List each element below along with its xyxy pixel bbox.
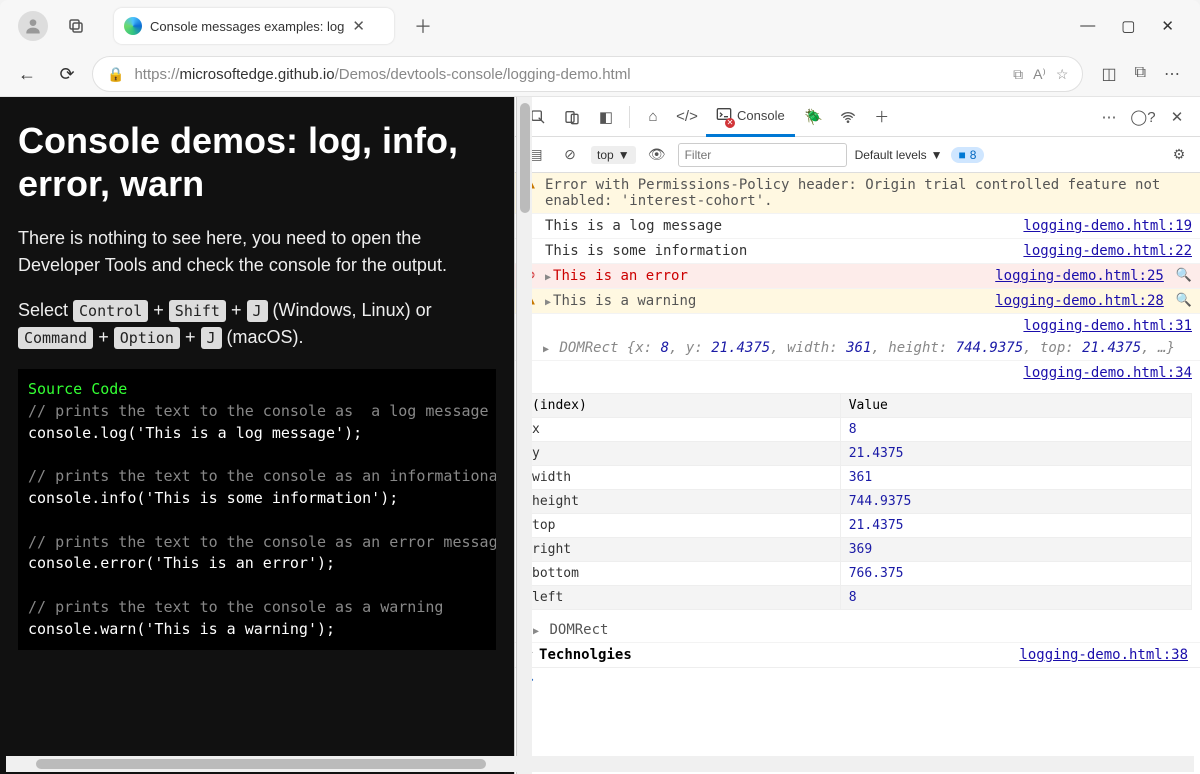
table-row: right369 bbox=[524, 538, 1192, 562]
filter-input[interactable] bbox=[678, 143, 847, 167]
profile-avatar[interactable] bbox=[18, 11, 48, 41]
window-minimize-icon[interactable]: ― bbox=[1080, 17, 1095, 35]
help-icon[interactable]: ◯? bbox=[1128, 102, 1158, 132]
window-close-icon[interactable]: ✕ bbox=[1161, 17, 1174, 35]
console-log: This is a log message logging-demo.html:… bbox=[515, 214, 1200, 239]
kbd-control: Control bbox=[73, 300, 148, 322]
shopping-icon[interactable]: ⧉ bbox=[1013, 66, 1023, 83]
page-heading: Console demos: log, info, error, warn bbox=[18, 119, 496, 205]
page-content: Console demos: log, info, error, warn Th… bbox=[0, 97, 515, 774]
console-group[interactable]: ▶Technolgieslogging-demo.html:38 bbox=[515, 643, 1200, 668]
live-expression-icon[interactable]: 👁 bbox=[644, 142, 670, 168]
edge-favicon bbox=[124, 17, 142, 35]
page-intro: There is nothing to see here, you need t… bbox=[18, 225, 496, 279]
window-titlebar: Console messages examples: log ✕ ＋ ― ▢ ✕ bbox=[0, 0, 1200, 52]
welcome-tab-icon[interactable]: ⌂ bbox=[638, 102, 668, 132]
devtools-panel: ◧ ⌂ </> ✕ Console 🪲 ＋ ⋯ ◯? ✕ ▤ ⊘ top ▼ bbox=[515, 97, 1200, 774]
kbd-shift: Shift bbox=[169, 300, 226, 322]
context-selector[interactable]: top ▼ bbox=[591, 146, 636, 164]
table-row: width361 bbox=[524, 466, 1192, 490]
network-tab-icon[interactable] bbox=[833, 102, 863, 132]
search-icon[interactable]: 🔍 bbox=[1176, 268, 1192, 283]
split-screen-icon[interactable]: ◫ bbox=[1101, 64, 1116, 84]
browser-tab[interactable]: Console messages examples: log ✕ bbox=[114, 8, 394, 44]
clear-console-icon[interactable]: ⊘ bbox=[557, 142, 583, 168]
new-tab-button[interactable]: ＋ bbox=[408, 11, 438, 41]
lock-icon: 🔒 bbox=[107, 66, 124, 83]
address-bar: ← ⟳ 🔒 https://microsoftedge.github.io/De… bbox=[0, 52, 1200, 96]
page-shortcut: Select Control + Shift + J (Windows, Lin… bbox=[18, 297, 496, 351]
source-link[interactable]: logging-demo.html:34 bbox=[1023, 365, 1192, 381]
source-link[interactable]: logging-demo.html:25 bbox=[995, 268, 1164, 284]
console-info: This is some information logging-demo.ht… bbox=[515, 239, 1200, 264]
table-row: y21.4375 bbox=[524, 442, 1192, 466]
console-tab-label: Console bbox=[737, 108, 785, 123]
more-tabs-icon[interactable]: ＋ bbox=[867, 102, 897, 132]
kbd-option: Option bbox=[114, 327, 180, 349]
kbd-command: Command bbox=[18, 327, 93, 349]
console-prompt[interactable]: › bbox=[515, 668, 1200, 692]
tab-close-icon[interactable]: ✕ bbox=[352, 17, 365, 35]
device-icon[interactable] bbox=[557, 102, 587, 132]
collections-icon[interactable]: ⧉ bbox=[1135, 64, 1146, 84]
table-header-value: Value bbox=[840, 394, 1191, 418]
devtools-more-icon[interactable]: ⋯ bbox=[1094, 102, 1124, 132]
page-vertical-scrollbar[interactable] bbox=[516, 97, 532, 774]
console-messages: ▲ Error with Permissions-Policy header: … bbox=[515, 173, 1200, 774]
sources-tab-icon[interactable]: 🪲 bbox=[799, 102, 829, 132]
console-table-grid: (index)Value x8y21.4375width361height744… bbox=[523, 393, 1192, 610]
kbd-j2: J bbox=[201, 327, 222, 349]
console-table: logging-demo.html:34 (index)Value x8y21.… bbox=[515, 361, 1200, 643]
domrect-expander[interactable]: DOMRect bbox=[549, 622, 608, 638]
source-link[interactable]: logging-demo.html:31 bbox=[1023, 318, 1192, 334]
refresh-button[interactable]: ⟳ bbox=[52, 59, 82, 89]
table-row: left8 bbox=[524, 586, 1192, 610]
window-maximize-icon[interactable]: ▢ bbox=[1121, 17, 1135, 35]
more-icon[interactable]: ⋯ bbox=[1164, 64, 1180, 84]
devtools-close-icon[interactable]: ✕ bbox=[1162, 102, 1192, 132]
console-settings-icon[interactable]: ⚙ bbox=[1166, 142, 1192, 168]
console-error: ⊗ ▶This is an error logging-demo.html:25… bbox=[515, 264, 1200, 289]
console-object[interactable]: logging-demo.html:31 ▶ DOMRect {x: 8, y:… bbox=[515, 314, 1200, 361]
issues-badge[interactable]: ■ 8 bbox=[951, 147, 985, 163]
page-horizontal-scrollbar[interactable] bbox=[6, 756, 1194, 772]
kbd-j: J bbox=[247, 300, 268, 322]
source-link[interactable]: logging-demo.html:22 bbox=[1023, 243, 1192, 259]
table-row: x8 bbox=[524, 418, 1192, 442]
omnibox[interactable]: 🔒 https://microsoftedge.github.io/Demos/… bbox=[92, 56, 1083, 92]
table-header-index: (index) bbox=[524, 394, 841, 418]
table-row: height744.9375 bbox=[524, 490, 1192, 514]
console-tab[interactable]: ✕ Console bbox=[706, 97, 795, 137]
back-button[interactable]: ← bbox=[12, 59, 42, 89]
url-text: https://microsoftedge.github.io/Demos/de… bbox=[134, 66, 630, 83]
source-code-block: Source Code // prints the text to the co… bbox=[18, 369, 496, 650]
table-row: top21.4375 bbox=[524, 514, 1192, 538]
tab-title: Console messages examples: log bbox=[150, 19, 344, 34]
read-aloud-icon[interactable]: A⁾ bbox=[1033, 66, 1046, 83]
console-warning: ▲ ▶This is a warning logging-demo.html:2… bbox=[515, 289, 1200, 314]
log-levels-dropdown[interactable]: Default levels ▼ bbox=[855, 148, 943, 162]
tab-actions-icon[interactable] bbox=[62, 12, 90, 40]
console-icon: ✕ bbox=[716, 106, 732, 125]
source-link[interactable]: logging-demo.html:28 bbox=[995, 293, 1164, 309]
dock-icon[interactable]: ◧ bbox=[591, 102, 621, 132]
favorite-icon[interactable]: ☆ bbox=[1056, 66, 1069, 83]
console-warning: ▲ Error with Permissions-Policy header: … bbox=[515, 173, 1200, 214]
table-row: bottom766.375 bbox=[524, 562, 1192, 586]
elements-tab-icon[interactable]: </> bbox=[672, 102, 702, 132]
console-toolbar: ▤ ⊘ top ▼ 👁 Default levels ▼ ■ 8 ⚙ bbox=[515, 137, 1200, 173]
search-icon[interactable]: 🔍 bbox=[1176, 293, 1192, 308]
source-link[interactable]: logging-demo.html:38 bbox=[1019, 647, 1188, 663]
devtools-tabbar: ◧ ⌂ </> ✕ Console 🪲 ＋ ⋯ ◯? ✕ bbox=[515, 97, 1200, 137]
source-link[interactable]: logging-demo.html:19 bbox=[1023, 218, 1192, 234]
